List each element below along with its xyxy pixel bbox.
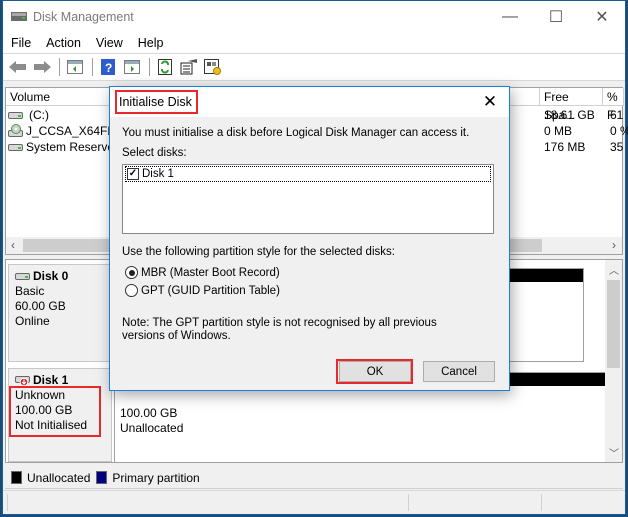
menu-help[interactable]: Help bbox=[138, 36, 164, 50]
status-bar bbox=[3, 490, 625, 514]
show-hide-console-tree-button[interactable] bbox=[64, 57, 86, 77]
primary-partition-swatch bbox=[96, 471, 108, 484]
vertical-scrollbar[interactable]: ︿ ﹀ bbox=[605, 260, 622, 462]
cancel-button[interactable]: Cancel bbox=[423, 361, 495, 382]
legend-unallocated: Unallocated bbox=[27, 470, 91, 485]
refresh-button[interactable] bbox=[154, 57, 176, 77]
radio-selected-icon[interactable] bbox=[125, 266, 138, 279]
disk-checkbox[interactable]: ✓ bbox=[127, 168, 139, 180]
menu-file[interactable]: File bbox=[11, 36, 31, 50]
scrollbar-thumb[interactable] bbox=[607, 280, 620, 368]
partition-size: 100.00 GB bbox=[120, 406, 178, 420]
partition-label: Unallocated bbox=[120, 421, 184, 435]
action-pane-icon bbox=[124, 60, 140, 74]
column-header-volume[interactable]: Volume bbox=[6, 88, 126, 106]
volume-name: System Reserved bbox=[26, 140, 121, 154]
back-arrow-icon bbox=[9, 61, 26, 73]
mbr-label: MBR (Master Boot Record) bbox=[141, 266, 280, 279]
initialise-disk-dialog: Initialise Disk ✕ You must initialise a … bbox=[109, 86, 510, 391]
highlight-ok-button bbox=[336, 359, 413, 384]
select-disks-label: Select disks: bbox=[122, 147, 187, 159]
refresh-icon bbox=[158, 59, 172, 75]
free-space-cell: 0 MB bbox=[544, 124, 573, 138]
settings-icon bbox=[204, 59, 221, 75]
highlight-disk-1-status bbox=[9, 386, 101, 437]
scroll-right-icon[interactable]: › bbox=[612, 238, 616, 252]
volume-name: (C:) bbox=[29, 108, 49, 122]
scroll-up-icon[interactable]: ︿ bbox=[609, 262, 619, 277]
gpt-note: Note: The GPT partition style is not rec… bbox=[122, 317, 437, 342]
properties-button[interactable] bbox=[178, 57, 200, 77]
disk-list-label: Disk 1 bbox=[142, 168, 174, 180]
window-title: Disk Management bbox=[33, 10, 134, 24]
disk-0-info[interactable]: Disk 0 Basic 60.00 GB Online bbox=[8, 264, 112, 362]
toolbar-separator bbox=[59, 58, 60, 76]
percent-free-cell: 0 % bbox=[610, 124, 628, 138]
disk-management-app-icon bbox=[11, 12, 27, 21]
radio-unselected-icon[interactable] bbox=[125, 284, 138, 297]
disk-not-initialised-icon bbox=[15, 375, 30, 386]
svg-text:?: ? bbox=[105, 61, 112, 75]
minimize-button[interactable]: — bbox=[487, 1, 533, 33]
column-header-free-space[interactable]: Free Spa... bbox=[540, 88, 603, 122]
disk-selection-list[interactable]: ✓ Disk 1 bbox=[122, 164, 494, 234]
forward-button[interactable] bbox=[31, 57, 53, 77]
settings-button[interactable] bbox=[202, 57, 224, 77]
gpt-radio[interactable]: GPT (GUID Partition Table) bbox=[125, 284, 280, 297]
free-space-cell: 18.61 GB bbox=[544, 108, 595, 122]
scroll-down-icon[interactable]: ﹀ bbox=[609, 445, 619, 460]
mbr-radio[interactable]: MBR (Master Boot Record) bbox=[125, 266, 280, 279]
gpt-label: GPT (GUID Partition Table) bbox=[141, 284, 280, 297]
partition-style-label: Use the following partition style for th… bbox=[122, 246, 395, 258]
free-space-cell: 176 MB bbox=[544, 140, 586, 154]
disk-icon bbox=[15, 272, 30, 280]
dialog-message: You must initialise a disk before Logica… bbox=[122, 127, 470, 139]
disk-type: Basic bbox=[15, 284, 45, 298]
title-bar: Disk Management — ☐ ✕ bbox=[3, 1, 625, 33]
drive-icon bbox=[8, 144, 23, 151]
forward-arrow-icon bbox=[34, 61, 51, 73]
scroll-left-icon[interactable]: ‹ bbox=[11, 238, 15, 252]
toolbar-separator bbox=[92, 58, 93, 76]
unallocated-swatch bbox=[11, 471, 22, 484]
volume-row[interactable]: (C:) bbox=[8, 107, 49, 123]
menu-action[interactable]: Action bbox=[46, 36, 81, 50]
highlight-dialog-title bbox=[115, 90, 198, 114]
disk-name: Disk 0 bbox=[33, 269, 69, 283]
menu-bar: File Action View Help bbox=[3, 33, 625, 53]
toolbar: ? bbox=[3, 53, 625, 81]
cd-drive-icon bbox=[8, 124, 23, 137]
volume-row[interactable]: System Reserved bbox=[8, 139, 121, 155]
menu-view[interactable]: View bbox=[96, 36, 123, 50]
show-hide-action-pane-button[interactable] bbox=[121, 57, 143, 77]
console-tree-icon bbox=[67, 60, 83, 74]
column-header-percent-free[interactable]: % F bbox=[603, 88, 624, 122]
disk-status: Online bbox=[15, 314, 50, 328]
percent-free-cell: 35 bbox=[610, 140, 624, 154]
legend: Unallocated Primary partition bbox=[5, 467, 623, 489]
close-button[interactable]: ✕ bbox=[579, 1, 625, 33]
drive-icon bbox=[8, 112, 23, 119]
legend-primary-partition: Primary partition bbox=[112, 470, 200, 485]
properties-icon bbox=[180, 59, 197, 75]
back-button[interactable] bbox=[7, 57, 29, 77]
maximize-button[interactable]: ☐ bbox=[533, 1, 579, 33]
help-icon: ? bbox=[101, 59, 115, 75]
dialog-close-button[interactable]: ✕ bbox=[479, 91, 501, 113]
disk-list-item[interactable]: ✓ Disk 1 bbox=[125, 166, 491, 182]
toolbar-separator bbox=[149, 58, 150, 76]
help-button[interactable]: ? bbox=[97, 57, 119, 77]
percent-free-cell: 61 bbox=[610, 108, 624, 122]
disk-size: 60.00 GB bbox=[15, 299, 66, 313]
